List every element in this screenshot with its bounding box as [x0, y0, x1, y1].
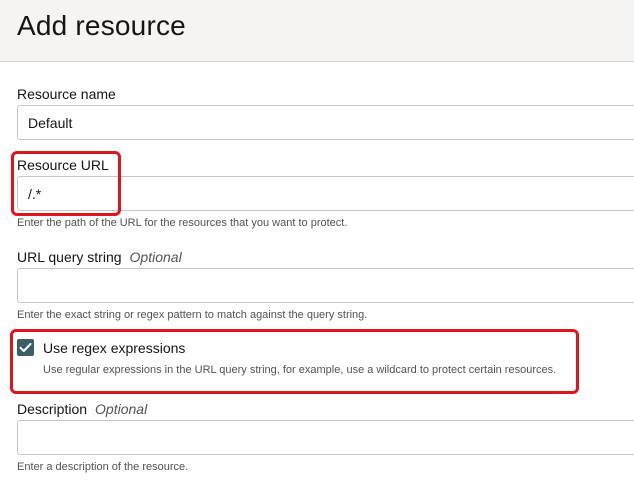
use-regex-help: Use regular expressions in the URL query…	[43, 364, 557, 376]
description-input[interactable]	[17, 420, 634, 455]
resource-url-input[interactable]	[17, 176, 634, 211]
resource-name-label: Resource name	[17, 86, 116, 102]
checkmark-icon	[19, 343, 32, 352]
use-regex-highlight	[10, 329, 579, 394]
resource-name-input[interactable]	[17, 105, 634, 140]
description-label: Description Optional	[17, 401, 147, 417]
optional-tag: Optional	[129, 249, 182, 265]
page-title: Add resource	[17, 10, 186, 41]
url-query-string-label-text: URL query string	[17, 249, 122, 265]
resource-url-help: Enter the path of the URL for the resour…	[17, 217, 348, 229]
optional-tag: Optional	[95, 401, 148, 417]
url-query-string-input[interactable]	[17, 268, 634, 303]
use-regex-label: Use regex expressions	[43, 340, 186, 356]
url-query-string-help: Enter the exact string or regex pattern …	[17, 309, 368, 321]
resource-url-label: Resource URL	[17, 157, 109, 173]
panel-header: Add resource	[0, 0, 634, 62]
url-query-string-label: URL query string Optional	[17, 249, 182, 265]
description-label-text: Description	[17, 401, 88, 417]
description-help: Enter a description of the resource.	[17, 461, 189, 473]
use-regex-checkbox[interactable]	[17, 339, 34, 356]
add-resource-panel: Add resource Resource name Resource URL …	[0, 0, 634, 497]
